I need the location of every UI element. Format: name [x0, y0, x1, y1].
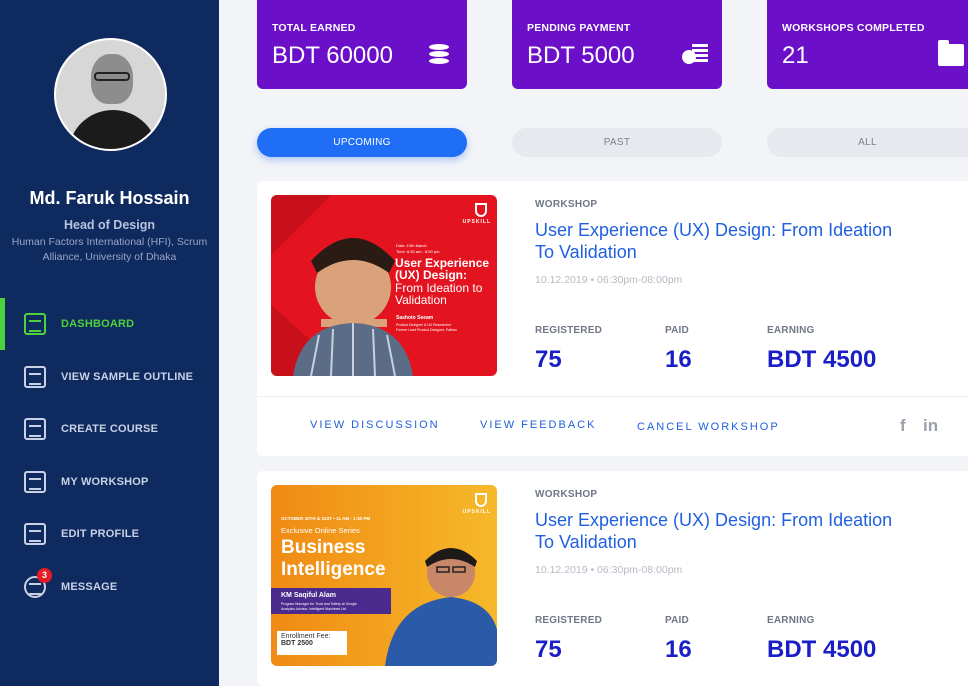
- tab-upcoming[interactable]: UPCOMING: [257, 128, 467, 157]
- poster-series: Exclusive Online Series: [281, 526, 360, 535]
- workshop-poster[interactable]: UPSKILL Date: 10th March Time: 6:30 am -…: [271, 195, 497, 376]
- sidebar-item-label: MESSAGE: [61, 580, 118, 593]
- view-feedback-link[interactable]: VIEW FEEDBACK: [480, 419, 596, 431]
- registered-label: REGISTERED: [535, 615, 603, 626]
- tab-all[interactable]: ALL: [767, 128, 968, 157]
- coins-icon: [427, 44, 451, 66]
- sidebar-item-my-workshop[interactable]: MY WORKSHOP: [0, 456, 219, 509]
- poster-brand: UPSKILL: [462, 509, 491, 515]
- poster-headline: Business: [281, 537, 366, 558]
- folder-icon: [938, 40, 964, 66]
- dashboard-icon: [24, 313, 46, 336]
- poster-date: OCTOBER 30TH & 31ST • 11 AM - 1:30 PM: [281, 516, 371, 521]
- stat-card-total-earned: TOTAL EARNED BDT 60000: [257, 0, 467, 89]
- view-discussion-link[interactable]: VIEW DISCUSSION: [310, 419, 440, 431]
- paid-count: 16: [665, 346, 692, 373]
- sidebar: Md. Faruk Hossain Head of Design Human F…: [0, 0, 219, 686]
- workshop-card-footer: VIEW DISCUSSION VIEW FEEDBACK CANCEL WOR…: [257, 396, 968, 457]
- workshop-card: UPSKILL OCTOBER 30TH & 31ST • 11 AM - 1:…: [257, 471, 968, 686]
- stat-card-pending-payment: PENDING PAYMENT BDT 5000: [512, 0, 722, 89]
- sidebar-item-create-course[interactable]: CREATE COURSE: [0, 403, 219, 456]
- stat-value: 21: [782, 42, 809, 69]
- linkedin-icon[interactable]: in: [923, 416, 938, 436]
- profile-card-icon: [24, 523, 46, 546]
- poster-headline: User Experience (UX) Design:: [395, 256, 490, 282]
- poster-date: Date: 10th March: [396, 243, 427, 248]
- workshop-date: 10.12.2019 • 06:30pm-08:00pm: [535, 274, 683, 286]
- sidebar-item-label: CREATE COURSE: [61, 423, 159, 436]
- earning-label: EARNING: [767, 615, 815, 626]
- profile-name: Md. Faruk Hossain: [29, 188, 190, 208]
- sidebar-item-dashboard[interactable]: DASHBOARD: [0, 298, 219, 351]
- workshop-date: 10.12.2019 • 06:30pm-08:00pm: [535, 564, 683, 576]
- sidebar-nav: DASHBOARD VIEW SAMPLE OUTLINE CREATE COU…: [0, 298, 219, 613]
- poster-fee-box: Enrollment Fee: BDT 2500: [277, 631, 347, 655]
- paid-count: 16: [665, 636, 692, 663]
- message-count-badge: 3: [37, 567, 52, 583]
- sidebar-item-label: VIEW SAMPLE OUTLINE: [61, 370, 194, 383]
- registered-label: REGISTERED: [535, 325, 603, 336]
- workshop-title[interactable]: User Experience (UX) Design: From Ideati…: [535, 219, 915, 263]
- presentation-icon: [24, 470, 46, 493]
- stat-value: BDT 60000: [272, 42, 393, 69]
- workshop-poster[interactable]: UPSKILL OCTOBER 30TH & 31ST • 11 AM - 1:…: [271, 485, 497, 666]
- paid-label: PAID: [665, 615, 689, 626]
- poster-time: Time: 6:30 am - 8:00 pm: [396, 249, 440, 254]
- cash-icon: [682, 44, 708, 66]
- poster-subheadline: Intelligence: [281, 559, 386, 580]
- poster-speaker: Sashoto Seeam: [396, 315, 434, 321]
- sidebar-item-label: MY WORKSHOP: [61, 475, 149, 488]
- edit-document-icon: [24, 418, 46, 441]
- upskill-logo-icon: [475, 203, 487, 217]
- tab-past[interactable]: PAST: [512, 128, 722, 157]
- stat-card-workshops-completed: WORKSHOPS COMPLETED 21: [767, 0, 968, 89]
- workshop-title[interactable]: User Experience (UX) Design: From Ideati…: [535, 509, 915, 553]
- stat-label: TOTAL EARNED: [272, 22, 356, 34]
- sidebar-item-edit-profile[interactable]: EDIT PROFILE: [0, 508, 219, 561]
- registered-count: 75: [535, 346, 562, 373]
- sidebar-item-label: EDIT PROFILE: [61, 528, 140, 541]
- poster-speaker-role: Analytics Advisor, Intelligent Machines …: [281, 607, 346, 611]
- earning-value: BDT 4500: [767, 346, 877, 373]
- profile-organization: Human Factors International (HFI), Scrum…: [11, 236, 208, 263]
- sidebar-item-label: DASHBOARD: [61, 318, 135, 331]
- poster-speaker-role: Former Lead Product Designer, Pathao: [396, 328, 457, 332]
- poster-subheadline: From Ideation to Validation: [395, 281, 483, 307]
- stat-value: BDT 5000: [527, 42, 635, 69]
- sidebar-item-message[interactable]: 3 MESSAGE: [0, 561, 219, 614]
- cancel-workshop-link[interactable]: CANCEL WORKSHOP: [637, 421, 780, 433]
- registered-count: 75: [535, 636, 562, 663]
- workshop-kind: WORKSHOP: [535, 489, 598, 500]
- workshop-card: UPSKILL Date: 10th March Time: 6:30 am -…: [257, 181, 968, 456]
- poster-fee-label: Enrollment Fee:: [281, 633, 331, 640]
- upskill-logo-icon: [475, 493, 487, 507]
- facebook-icon[interactable]: f: [900, 416, 906, 436]
- poster-fee: BDT 2500: [281, 640, 313, 647]
- document-icon: [24, 365, 46, 388]
- earning-label: EARNING: [767, 325, 815, 336]
- poster-speaker: KM Saqiful Alam: [281, 592, 336, 599]
- paid-label: PAID: [665, 325, 689, 336]
- poster-speaker-role: Program Manager for Trust and Safety at …: [281, 602, 357, 606]
- poster-brand: UPSKILL: [462, 219, 491, 225]
- workshop-kind: WORKSHOP: [535, 199, 598, 210]
- stat-label: PENDING PAYMENT: [527, 22, 631, 34]
- stat-label: WORKSHOPS COMPLETED: [782, 22, 925, 34]
- avatar: [54, 38, 167, 151]
- poster-speaker-role: Product Designer & UX Researcher: [396, 323, 452, 327]
- earning-value: BDT 4500: [767, 636, 877, 663]
- profile-role: Head of Design: [64, 218, 155, 232]
- sidebar-item-view-sample-outline[interactable]: VIEW SAMPLE OUTLINE: [0, 351, 219, 404]
